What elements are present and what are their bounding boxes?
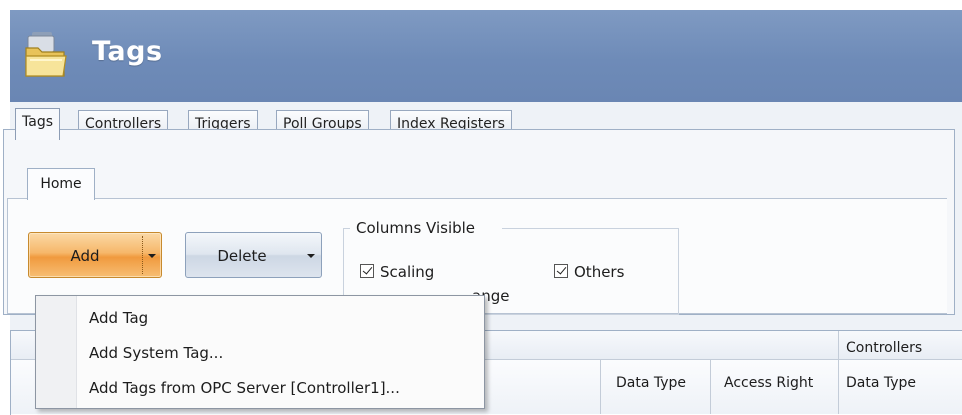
add-button-divider (142, 236, 144, 274)
delete-button-label: Delete (217, 247, 267, 265)
column-header-data-type[interactable]: Data Type (616, 375, 686, 391)
checkbox-checked-icon[interactable] (360, 264, 374, 278)
tab-home[interactable]: Home (27, 168, 95, 200)
grid-divider (838, 331, 839, 414)
tab-tags[interactable]: Tags (15, 108, 60, 140)
add-button[interactable]: Add (28, 232, 162, 278)
menu-item-add-system-tag[interactable]: Add System Tag... (89, 344, 223, 362)
add-button-label: Add (70, 247, 100, 265)
chevron-down-icon[interactable] (148, 254, 156, 258)
page-title: Tags (92, 36, 163, 67)
menu-icon-gutter (36, 296, 77, 408)
delete-button[interactable]: Delete (185, 232, 322, 278)
columns-visible-title: Columns Visible (356, 219, 476, 237)
chevron-down-icon[interactable] (307, 254, 315, 258)
menu-item-add-tag[interactable]: Add Tag (89, 309, 148, 327)
others-checkbox-label: Others (574, 263, 625, 281)
grid-divider (600, 360, 601, 414)
checkbox-checked-icon[interactable] (554, 264, 568, 278)
tags-folder-icon (25, 32, 67, 77)
column-header-access-right[interactable]: Access Right (724, 375, 813, 391)
grid-group-header-controllers: Controllers (846, 340, 923, 356)
menu-item-add-tags-from-opc[interactable]: Add Tags from OPC Server [Controller1]..… (89, 379, 400, 397)
scaling-checkbox-label: Scaling (380, 263, 435, 281)
header-banner: Tags (10, 10, 962, 102)
column-header-controller-data-type[interactable]: Data Type (846, 375, 916, 391)
grid-divider (710, 360, 711, 414)
add-dropdown-menu: Add Tag Add System Tag... Add Tags from … (35, 295, 485, 409)
